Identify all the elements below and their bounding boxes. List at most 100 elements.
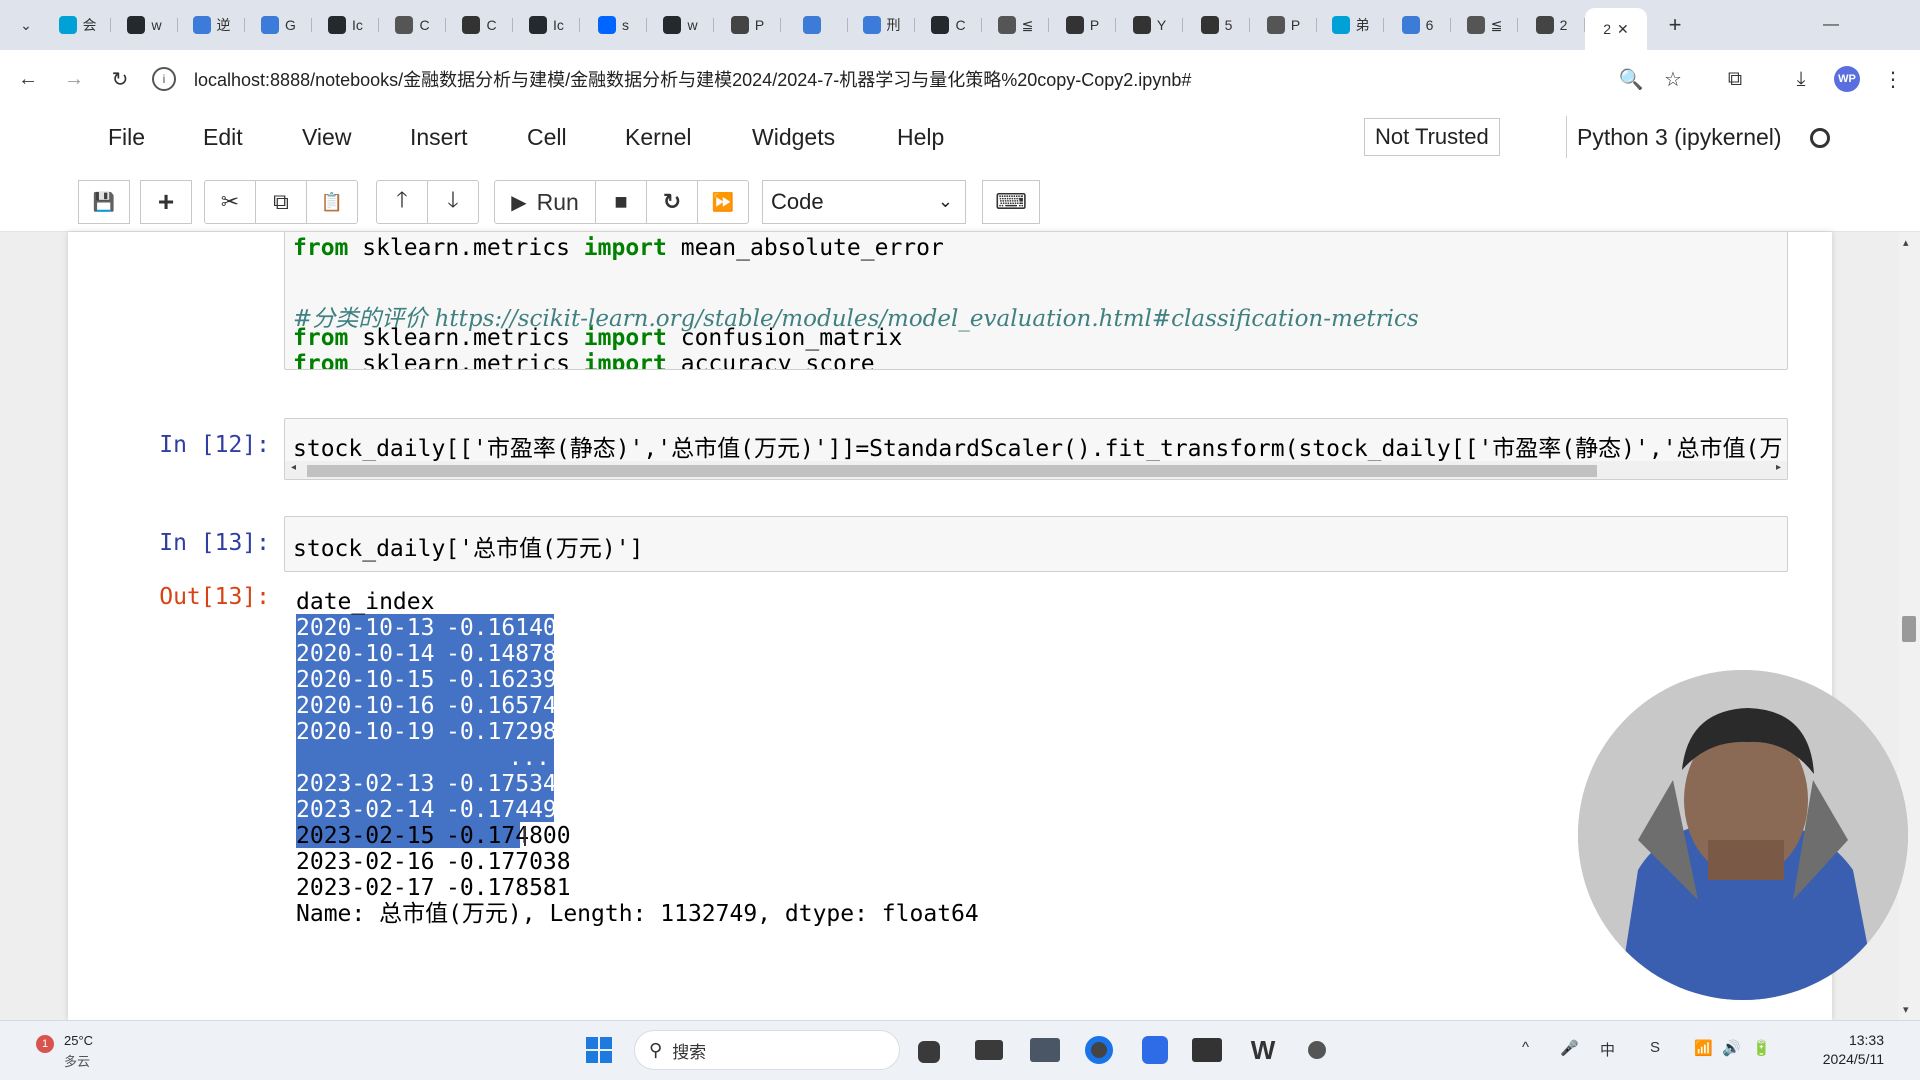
browser-tab[interactable]: C bbox=[379, 6, 446, 44]
bookmark-star-icon[interactable]: ☆ bbox=[1654, 60, 1692, 98]
recorder-icon[interactable] bbox=[1300, 1033, 1334, 1067]
browser-tab[interactable]: C bbox=[446, 6, 513, 44]
browser-tab[interactable]: C bbox=[915, 6, 982, 44]
address-bar[interactable]: i localhost:8888/notebooks/金融数据分析与建模/金融数… bbox=[152, 59, 1652, 99]
file-explorer-icon[interactable] bbox=[972, 1033, 1006, 1067]
browser-tab[interactable]: Ic bbox=[312, 6, 379, 44]
battery-icon[interactable]: 🔋 bbox=[1752, 1039, 1771, 1057]
site-info-icon[interactable]: i bbox=[152, 67, 176, 91]
move-cell-down-button[interactable]: 🡓 bbox=[427, 180, 479, 224]
tray-overflow-icon[interactable]: ^ bbox=[1522, 1039, 1529, 1056]
save-button[interactable]: 💾 bbox=[78, 180, 130, 224]
back-button[interactable]: ← bbox=[10, 61, 46, 97]
horizontal-scrollbar[interactable]: ◂ ▸ bbox=[285, 461, 1787, 479]
profile-avatar[interactable]: WP bbox=[1828, 60, 1866, 98]
input-method-icon[interactable]: 中 bbox=[1600, 1039, 1615, 1060]
paste-cell-button[interactable]: 📋 bbox=[306, 180, 358, 224]
browser-tab[interactable]: ≦ bbox=[982, 6, 1049, 44]
scroll-up-icon[interactable]: ▴ bbox=[1903, 236, 1909, 249]
browser-tab[interactable] bbox=[781, 6, 848, 44]
close-tab-icon[interactable]: ✕ bbox=[1617, 21, 1629, 38]
browser-tab[interactable]: 6 bbox=[1384, 6, 1451, 44]
weather-widget[interactable]: 1 25°C 多云 bbox=[26, 1031, 116, 1071]
new-tab-button[interactable]: + bbox=[1657, 7, 1693, 43]
menu-cell[interactable]: Cell bbox=[527, 124, 567, 151]
menu-help[interactable]: Help bbox=[897, 124, 944, 151]
scroll-left-icon[interactable]: ◂ bbox=[291, 462, 296, 473]
keyword-import: import bbox=[583, 235, 667, 261]
horizontal-scrollbar-thumb[interactable] bbox=[307, 465, 1597, 477]
volume-icon[interactable]: 🔊 bbox=[1722, 1039, 1741, 1057]
browser-tab[interactable]: 5 bbox=[1183, 6, 1250, 44]
menu-insert[interactable]: Insert bbox=[410, 124, 468, 151]
copy-icon: ⧉ bbox=[273, 189, 289, 214]
browser-tab[interactable]: 弟 bbox=[1317, 6, 1384, 44]
browser-tab[interactable]: s bbox=[580, 6, 647, 44]
cell-type-select[interactable]: Code ⌄ bbox=[762, 180, 966, 224]
microphone-icon[interactable]: 🎤 bbox=[1560, 1039, 1579, 1057]
app-blue-icon[interactable] bbox=[1138, 1033, 1172, 1067]
browser-tab[interactable]: ≦ bbox=[1451, 6, 1518, 44]
folder-icon[interactable] bbox=[1028, 1033, 1062, 1067]
browser-tab[interactable]: w bbox=[647, 6, 714, 44]
browser-tab[interactable]: 逆 bbox=[178, 6, 245, 44]
interrupt-kernel-button[interactable]: ■ bbox=[595, 180, 647, 224]
page-vertical-scrollbar[interactable]: ▴ ▾ bbox=[1898, 232, 1920, 1020]
tab-list-chevron-down-icon[interactable]: ⌄ bbox=[8, 7, 44, 43]
minimize-button[interactable]: — bbox=[1802, 0, 1860, 50]
cut-cell-button[interactable]: ✂ bbox=[204, 180, 256, 224]
menu-edit[interactable]: Edit bbox=[203, 124, 243, 151]
taskbar-search[interactable]: ⚲ 搜索 bbox=[634, 1030, 900, 1070]
reload-button[interactable]: ↻ bbox=[102, 61, 138, 97]
cell-12-code: stock_daily[['市盈率(静态)','总市值(万元)']]=Stand… bbox=[293, 436, 1783, 462]
insert-cell-button[interactable]: + bbox=[140, 180, 192, 224]
browser-tab[interactable]: 会 bbox=[44, 6, 111, 44]
browser-tab[interactable]: G bbox=[245, 6, 312, 44]
menu-widgets[interactable]: Widgets bbox=[752, 124, 835, 151]
code-cell-input-imports[interactable]: from sklearn.metrics import mean_absolut… bbox=[284, 232, 1788, 370]
restart-kernel-button[interactable]: ↻ bbox=[646, 180, 698, 224]
forward-button[interactable]: → bbox=[56, 61, 92, 97]
chrome-icon[interactable] bbox=[1082, 1033, 1116, 1067]
page-scrollbar-thumb[interactable] bbox=[1902, 616, 1916, 642]
sync-icon[interactable]: S bbox=[1650, 1039, 1660, 1056]
trust-status-button[interactable]: Not Trusted bbox=[1364, 118, 1500, 156]
restart-run-all-button[interactable]: ⏩ bbox=[697, 180, 749, 224]
url-text[interactable]: localhost:8888/notebooks/金融数据分析与建模/金融数据分… bbox=[194, 66, 1191, 92]
run-button[interactable]: ▶ Run bbox=[494, 180, 596, 224]
keyword-import: import bbox=[583, 351, 667, 370]
windows-start-icon[interactable] bbox=[582, 1033, 616, 1067]
more-menu-icon[interactable]: ⋮ bbox=[1874, 60, 1912, 98]
module-name: sklearn.metrics bbox=[348, 235, 584, 261]
browser-tab-active[interactable]: 2 ✕ bbox=[1585, 8, 1647, 50]
menu-view[interactable]: View bbox=[302, 124, 351, 151]
extensions-icon[interactable]: ⧉ bbox=[1716, 60, 1754, 98]
copy-cell-button[interactable]: ⧉ bbox=[255, 180, 307, 224]
scroll-right-icon[interactable]: ▸ bbox=[1776, 462, 1781, 473]
system-clock[interactable]: 13:33 2024/5/11 bbox=[1794, 1031, 1884, 1069]
wifi-icon[interactable]: 📶 bbox=[1694, 1039, 1713, 1057]
browser-tab[interactable]: P bbox=[714, 6, 781, 44]
menu-kernel[interactable]: Kernel bbox=[625, 124, 691, 151]
scissors-icon: ✂ bbox=[220, 189, 240, 214]
terminal-icon[interactable] bbox=[1190, 1033, 1224, 1067]
code-cell-13-input[interactable]: stock_daily['总市值(万元)'] bbox=[284, 516, 1788, 572]
run-label: Run bbox=[536, 188, 579, 215]
command-palette-button[interactable]: ⌨ bbox=[982, 180, 1040, 224]
menu-file[interactable]: File bbox=[108, 124, 145, 151]
browser-tab[interactable]: P bbox=[1250, 6, 1317, 44]
browser-tab[interactable]: 2 bbox=[1518, 6, 1585, 44]
browser-tab[interactable]: 刑 bbox=[848, 6, 915, 44]
browser-tab[interactable]: w bbox=[111, 6, 178, 44]
zoom-icon[interactable]: 🔍 bbox=[1612, 60, 1650, 98]
code-cell-12-input[interactable]: stock_daily[['市盈率(静态)','总市值(万元)']]=Stand… bbox=[284, 418, 1788, 480]
tab-title: P bbox=[1089, 17, 1100, 33]
wps-icon[interactable]: W bbox=[1246, 1033, 1280, 1067]
browser-tab[interactable]: Ic bbox=[513, 6, 580, 44]
move-cell-up-button[interactable]: 🡑 bbox=[376, 180, 428, 224]
taskview-icon[interactable] bbox=[918, 1041, 940, 1063]
scroll-down-icon[interactable]: ▾ bbox=[1903, 1003, 1909, 1016]
download-icon[interactable]: ⤓ bbox=[1782, 60, 1820, 98]
browser-tab[interactable]: P bbox=[1049, 6, 1116, 44]
browser-tab[interactable]: Y bbox=[1116, 6, 1183, 44]
